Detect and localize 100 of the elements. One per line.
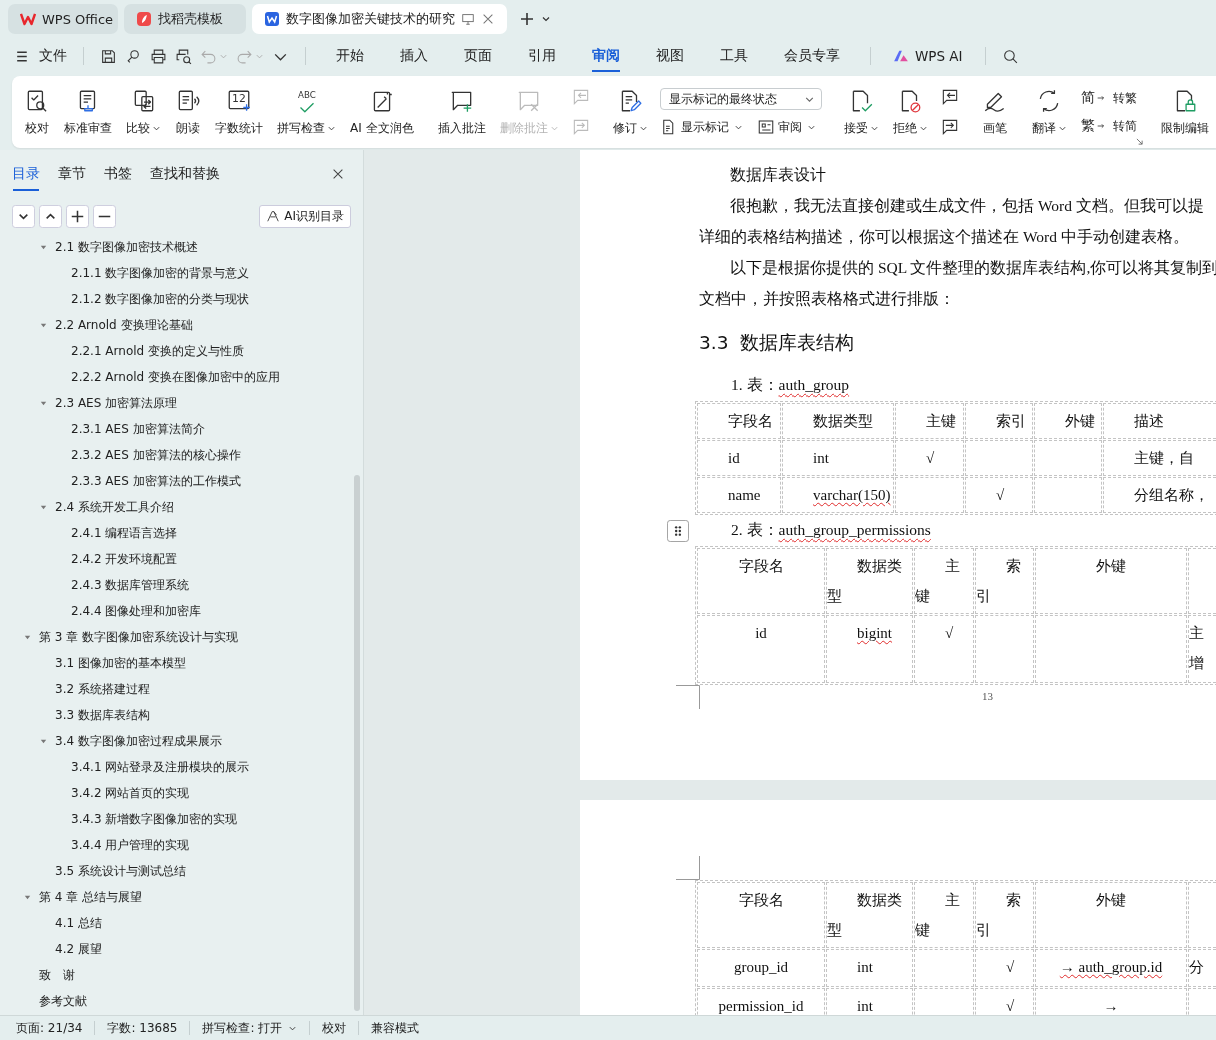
ribbon-tab[interactable]: 审阅 — [578, 41, 634, 71]
toc-item[interactable]: 3.4.3 新增数字图像加密的实现 — [71, 810, 238, 828]
ribbon-button[interactable]: 拒绝 — [886, 76, 934, 148]
table-caption: 1. 表：auth_group — [731, 375, 850, 395]
ribbon-tab[interactable]: 插入 — [386, 41, 442, 71]
column-header: 外键 — [1096, 892, 1126, 908]
dialog-launcher-icon[interactable] — [1135, 138, 1143, 145]
file-menu[interactable]: 文件 — [39, 47, 67, 65]
page-count[interactable]: 页面: 21/34 — [16, 1019, 83, 1037]
toc-item[interactable]: 致 谢 — [39, 966, 75, 984]
ribbon-button[interactable]: 12 字数统计 — [209, 76, 269, 148]
ribbon-button[interactable]: 接受 — [837, 76, 885, 148]
toc-item[interactable]: 参考文献 — [39, 992, 87, 1010]
collapse-up-button[interactable] — [39, 204, 62, 228]
toc-item[interactable]: 2.2.2 Arnold 变换在图像加密中的应用 — [71, 368, 280, 386]
ribbon-button[interactable]: 校对 — [18, 76, 56, 148]
close-icon[interactable] — [481, 12, 495, 26]
convert-button[interactable]: 简 转繁 — [1080, 89, 1137, 107]
document-tab[interactable]: 找稻壳模板 — [124, 4, 246, 34]
ribbon-tab[interactable]: 引用 — [514, 41, 570, 71]
paragraph-line: 详细的表格结构描述，你可以根据这个描述在 Word 中手动创建表格。 — [699, 227, 1190, 247]
print-preview-icon[interactable] — [175, 47, 192, 65]
scrollbar-thumb[interactable] — [354, 475, 360, 1011]
toc-item[interactable]: 第 3 章 数字图像加密系统设计与实现 — [39, 628, 239, 646]
column-header: 数据类型 — [813, 413, 873, 429]
ai-toc-button[interactable]: AI识别目录 — [259, 204, 351, 228]
collapse-down-button[interactable] — [12, 204, 35, 228]
table-cell-text: permission_id — [718, 997, 804, 1015]
column-header: 主键 — [915, 892, 960, 938]
toc-item[interactable]: 2.4.4 图像处理和加密库 — [71, 602, 202, 620]
toc-item[interactable]: 3.1 图像加密的基本模型 — [55, 654, 186, 672]
paragraph-line: 数据库表设计 — [729, 165, 827, 185]
toc-item[interactable]: 2.3.1 AES 加密算法简介 — [71, 420, 205, 438]
table-cell-text: int — [813, 449, 829, 468]
translate-button[interactable]: 翻译 — [1025, 76, 1073, 148]
search-icon[interactable] — [1001, 47, 1019, 65]
ribbon-tab[interactable]: 视图 — [642, 41, 698, 71]
track-changes-button[interactable]: 修订 — [606, 76, 654, 148]
ribbon-button[interactable]: AI 全文润色 — [344, 76, 420, 148]
toc-item[interactable]: 4.2 展望 — [55, 940, 102, 958]
restrict-editing-button[interactable]: 限制编辑 — [1154, 76, 1215, 148]
toc-item[interactable]: 3.4.1 网站登录及注册模块的展示 — [71, 758, 250, 776]
ribbon-button[interactable]: 朗读 — [169, 76, 207, 148]
toc-item[interactable]: 3.4.2 网站首页的实现 — [71, 784, 190, 802]
show-markup-button[interactable]: 显示标记 — [659, 118, 743, 136]
sidebar-tab[interactable]: 书签 — [104, 161, 132, 187]
toc-item[interactable]: 2.3.2 AES 加密算法的核心操作 — [71, 446, 241, 464]
sidebar-tab[interactable]: 章节 — [58, 161, 86, 187]
toc-item[interactable]: 2.1.1 数字图像加密的背景与意义 — [71, 264, 250, 282]
print-icon[interactable] — [150, 47, 167, 65]
ribbon-button[interactable]: ABC 拼写检查 — [271, 76, 342, 148]
toc-item[interactable]: 2.2.1 Arnold 变换的定义与性质 — [71, 342, 244, 360]
paragraph-line: 文档中，并按照表格格式进行排版： — [699, 289, 956, 309]
ribbon-button[interactable]: 插入批注 — [431, 76, 492, 148]
table-cell-text: varchar(150) — [813, 486, 891, 505]
ribbon-button[interactable]: 标准审查 — [58, 76, 118, 148]
toc-item[interactable]: 3.4.4 用户管理的实现 — [71, 836, 190, 854]
proofread-status[interactable]: 校对 — [322, 1019, 347, 1037]
document-logo-icon — [264, 11, 280, 27]
table-handle-icon[interactable] — [667, 519, 689, 542]
add-button[interactable] — [66, 204, 89, 228]
toc-item[interactable]: 2.1.2 数字图像加密的分类与现状 — [71, 290, 250, 308]
caret-icon[interactable] — [541, 14, 551, 24]
table-cell-text: group_id — [733, 958, 789, 977]
toc-item[interactable]: 2.4 系统开发工具介绍 — [55, 498, 174, 516]
ribbon-tab[interactable]: 页面 — [450, 41, 506, 71]
toc-item[interactable]: 2.2 Arnold 变换理论基础 — [55, 316, 193, 334]
save-icon[interactable] — [100, 47, 117, 65]
arrow-icon — [1095, 93, 1106, 103]
sidebar-tab[interactable]: 查找和替换 — [150, 161, 220, 187]
toc-item[interactable]: 2.4.3 数据库管理系统 — [71, 576, 190, 594]
toc-item[interactable]: 2.1 数字图像加密技术概述 — [55, 238, 198, 256]
toc-item[interactable]: 2.3 AES 加密算法原理 — [55, 394, 178, 412]
ribbon-tab[interactable]: 会员专享 — [770, 41, 854, 71]
document-tab[interactable]: WPS Office — [8, 4, 118, 34]
markup-mode-select[interactable]: 显示标记的最终状态 — [659, 88, 822, 110]
toc-item[interactable]: 3.4 数字图像加密过程成果展示 — [55, 732, 222, 750]
monitor-icon[interactable] — [461, 12, 475, 26]
toc-item[interactable]: 2.4.2 开发环境配置 — [71, 550, 178, 568]
pen-button[interactable]: 画笔 — [975, 76, 1014, 148]
toc-item[interactable]: 3.2 系统搭建过程 — [55, 680, 150, 698]
word-count[interactable]: 字数: 13685 — [107, 1019, 178, 1037]
table-cell-text: int — [857, 958, 873, 977]
toc-item[interactable]: 3.3 数据库表结构 — [55, 706, 150, 724]
column-header: 字段名 — [738, 892, 784, 908]
toc-item[interactable]: 3.5 系统设计与测试总结 — [55, 862, 186, 880]
close-icon[interactable] — [331, 167, 345, 181]
new-tab-icon[interactable] — [519, 11, 535, 27]
convert-button[interactable]: 繁 转简 — [1080, 117, 1137, 135]
ribbon-tab[interactable]: 工具 — [706, 41, 762, 71]
toc-item[interactable]: 第 4 章 总结与展望 — [39, 888, 143, 906]
review-pane-button[interactable]: 审阅 — [756, 118, 816, 136]
wps-ai-button[interactable]: WPS AI — [887, 48, 969, 64]
ribbon-button[interactable]: 比较 — [120, 76, 167, 148]
ribbon-tab[interactable]: 开始 — [322, 41, 378, 71]
toc-item[interactable]: 4.1 总结 — [55, 914, 102, 932]
toc-item[interactable]: 2.3.3 AES 加密算法的工作模式 — [71, 472, 241, 490]
toc-item[interactable]: 2.4.1 编程语言选择 — [71, 524, 178, 542]
document-tab[interactable]: 数字图像加密关键技术的研究 — [252, 4, 507, 34]
spell-check-status[interactable]: 拼写检查: 打开 — [202, 1019, 298, 1037]
